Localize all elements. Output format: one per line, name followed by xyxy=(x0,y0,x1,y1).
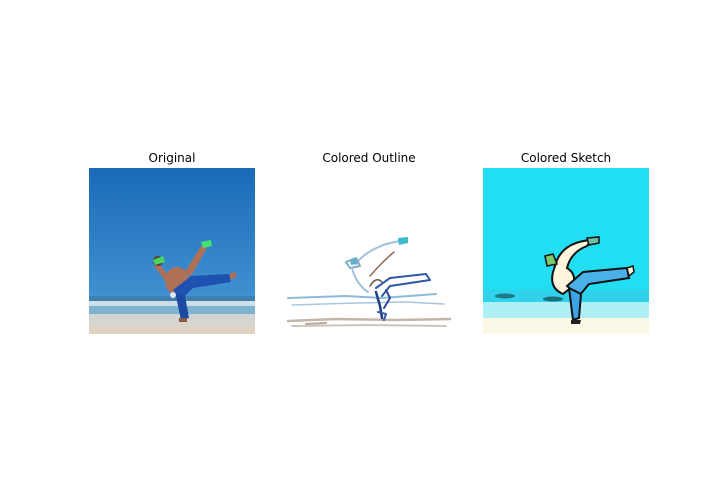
panel-title: Colored Sketch xyxy=(520,151,612,165)
colored-sketch-image xyxy=(483,168,649,334)
original-photo xyxy=(89,168,255,334)
panel-title: Original xyxy=(148,151,196,165)
panel-original: Original xyxy=(89,150,255,334)
panel-colored-outline: Colored Outline xyxy=(286,150,452,334)
panel-title: Colored Outline xyxy=(322,151,416,165)
panel-colored-sketch: Colored Sketch xyxy=(483,150,649,334)
colored-outline-image xyxy=(286,168,452,334)
